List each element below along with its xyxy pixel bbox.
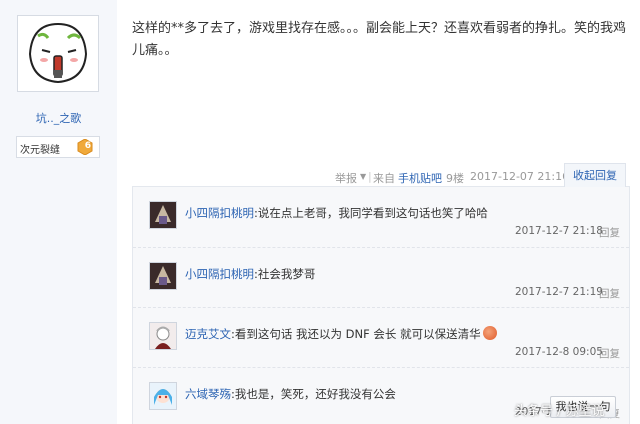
reply-avatar[interactable] [149, 262, 177, 290]
reply-text: 说在点上老哥，我同学看到这句话也笑了哈哈 [257, 206, 488, 220]
reply-body: 迈克艾文:看到这句话 我还以为 DNF 会长 就可以保送清华 [185, 326, 497, 342]
reply-text: 看到这句话 我还以为 DNF 会长 就可以保送清华 [234, 327, 481, 341]
reply-list: 小四隔扣桃明:说在点上老哥，我同学看到这句话也笑了哈哈 2017-12-7 21… [132, 186, 630, 424]
level-number: 6 [84, 141, 91, 151]
reply-time: 2017-12-7 21:19 [515, 286, 603, 298]
floor-number: 9楼 [446, 172, 464, 185]
reply-item: 小四隔扣桃明:说在点上老哥，我同学看到这句话也笑了哈哈 2017-12-7 21… [133, 187, 629, 247]
reply-username[interactable]: 小四隔扣桃明 [185, 267, 254, 281]
anime-girl-avatar-icon [150, 383, 176, 409]
reply-item: 迈克艾文:看到这句话 我还以为 DNF 会长 就可以保送清华 2017-12-8… [133, 307, 629, 367]
reply-button[interactable]: 回复 [599, 225, 620, 240]
reply-body: 六域琴殇:我也是，笑死，还好我没有公会 [185, 386, 396, 402]
watermark-text: 头条号 / 苏壁说 [514, 404, 605, 419]
reply-avatar[interactable] [149, 382, 177, 410]
from-label: 来自 [373, 172, 395, 185]
reply-username[interactable]: 六域琴殇 [185, 387, 231, 401]
reply-button[interactable]: 回复 [599, 286, 620, 301]
anime-character-avatar-icon [150, 323, 176, 349]
dark-card-avatar-icon [150, 263, 176, 289]
reply-body: 小四隔扣桃明:社会我梦哥 [185, 266, 315, 282]
author-sidebar: 坑.._之歌 次元裂缝 6 [0, 0, 117, 424]
reply-text: 社会我梦哥 [257, 267, 316, 281]
dark-card-avatar-icon [150, 202, 176, 228]
reply-time: 2017-12-7 21:18 [515, 225, 603, 237]
tail-divider: | [368, 170, 372, 183]
collapse-replies-button[interactable]: 收起回复 [564, 163, 626, 187]
laughing-emoji-icon [482, 326, 497, 340]
mobile-tieba-link[interactable]: 手机贴吧 [398, 170, 442, 186]
reply-item: 小四隔扣桃明:社会我梦哥 2017-12-7 21:19 回复 [133, 247, 629, 307]
reply-text: 我也是，笑死，还好我没有公会 [234, 387, 396, 401]
reply-username[interactable]: 迈克艾文 [185, 327, 231, 341]
cartoon-face-icon [18, 16, 98, 91]
author-avatar[interactable] [17, 15, 99, 92]
reply-time: 2017-12-8 09:05 [515, 346, 603, 358]
reply-body: 小四隔扣桃明:说在点上老哥，我同学看到这句话也笑了哈哈 [185, 205, 488, 221]
author-name-link[interactable]: 坑.._之歌 [0, 110, 117, 126]
reply-avatar[interactable] [149, 201, 177, 229]
report-link[interactable]: 举报 [335, 170, 357, 186]
post-time: 2017-12-07 21:16 [470, 170, 570, 183]
post-content: 这样的**多了去了，游戏里找存在感。。。副会能上天？还喜欢看弱者的挣扎。笑的我鸡… [132, 21, 627, 58]
level-title: 次元裂缝 [20, 145, 60, 156]
forum-level-badge[interactable]: 次元裂缝 6 [16, 136, 100, 158]
reply-avatar[interactable] [149, 322, 177, 350]
reply-username[interactable]: 小四隔扣桃明 [185, 206, 254, 220]
reply-button[interactable]: 回复 [599, 346, 620, 361]
